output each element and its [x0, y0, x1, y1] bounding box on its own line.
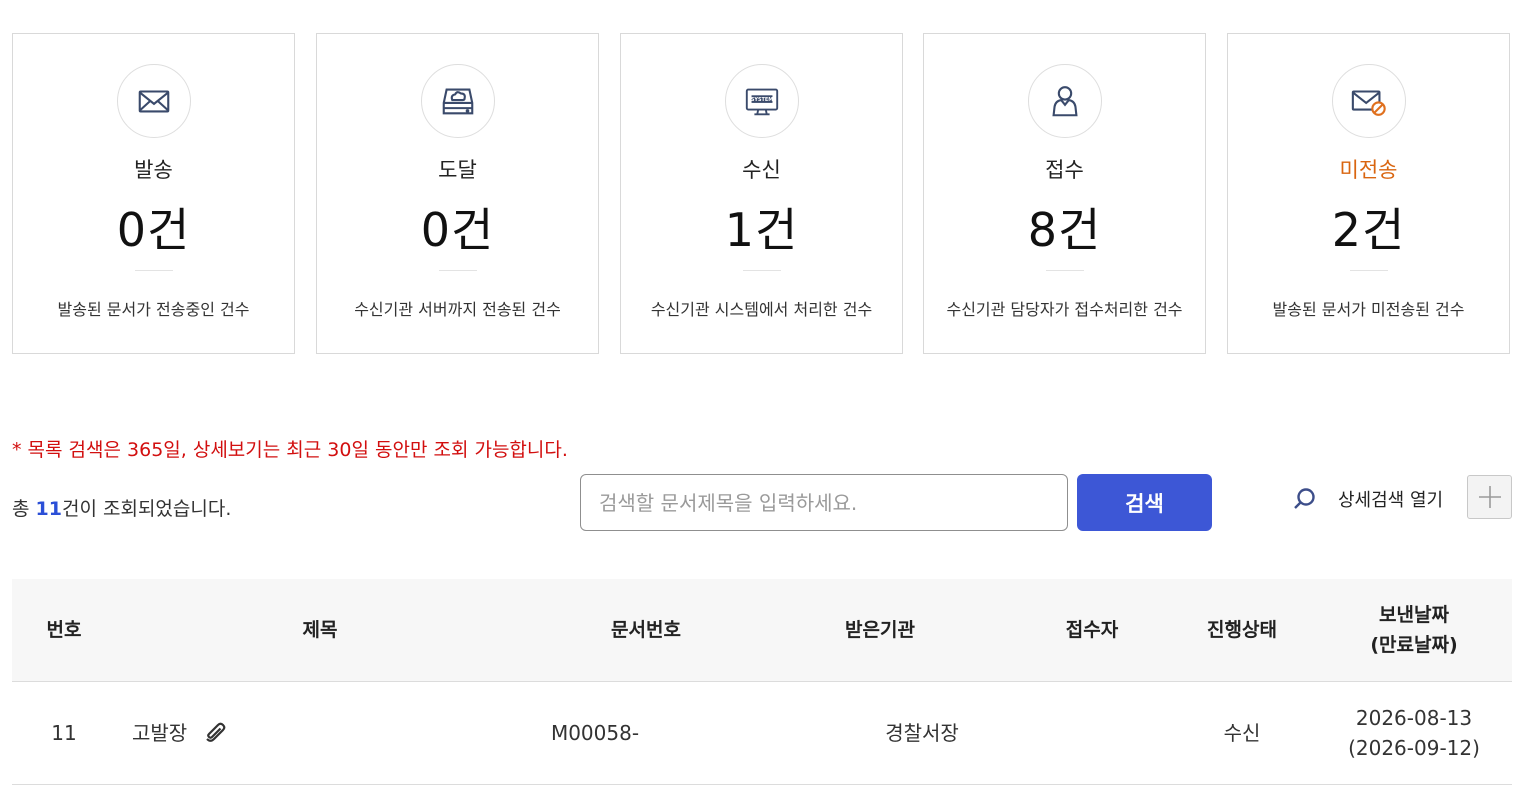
advanced-search-expand-button[interactable] — [1467, 475, 1512, 519]
card-title: 미전송 — [1339, 158, 1398, 182]
cell-receiver — [992, 682, 1192, 784]
card-description: 수신기관 시스템에서 처리한 건수 — [650, 300, 873, 319]
cell-date: 2026-08-13 (2026-09-12) — [1328, 682, 1500, 784]
search-button[interactable]: 검색 — [1077, 474, 1212, 531]
card-description: 수신기관 서버까지 전송된 건수 — [354, 300, 561, 319]
card-count: 2건 — [1331, 203, 1406, 257]
card-sent[interactable]: 발송 0건 발송된 문서가 전송중인 건수 — [12, 33, 295, 354]
column-header-status[interactable]: 진행상태 — [1172, 579, 1312, 681]
envelope-icon — [116, 64, 191, 138]
column-header-receiver[interactable]: 접수자 — [992, 579, 1192, 681]
system-icon-label: SYSTEM — [750, 97, 772, 103]
card-description: 수신기관 담당자가 접수처리한 건수 — [946, 300, 1183, 319]
paperclip-icon[interactable] — [203, 721, 227, 745]
plus-icon — [1478, 486, 1501, 508]
result-count: 총 11건이 조회되었습니다. — [12, 494, 231, 521]
column-header-date-sent: 보낸날짜 — [1379, 604, 1449, 626]
server-cloud-icon — [420, 64, 495, 138]
system-monitor-icon: SYSTEM — [724, 64, 799, 138]
card-count: 1건 — [724, 203, 799, 257]
divider — [134, 270, 173, 271]
card-count: 0건 — [116, 203, 191, 257]
cell-doc-no: M00058- — [550, 721, 640, 745]
card-accepted[interactable]: 접수 8건 수신기관 담당자가 접수처리한 건수 — [923, 33, 1206, 354]
table-header: 번호 제목 문서번호 받은기관 접수자 진행상태 보낸날짜 (만료날짜) — [12, 579, 1512, 682]
status-summary: 발송 0건 발송된 문서가 전송중인 건수 도달 0건 수신기관 서버까지 전송… — [12, 33, 1512, 356]
divider — [742, 270, 781, 271]
card-unsent[interactable]: 미전송 2건 발송된 문서가 미전송된 건수 — [1227, 33, 1510, 354]
search-notice: * 목록 검색은 365일, 상세보기는 최근 30일 동안만 조회 가능합니다… — [12, 439, 568, 461]
envelope-blocked-icon — [1331, 64, 1406, 138]
advanced-search-label: 상세검색 열기 — [1338, 490, 1444, 511]
card-received[interactable]: SYSTEM 수신 1건 수신기관 시스템에서 처리한 건수 — [620, 33, 903, 354]
card-count: 0건 — [420, 203, 495, 257]
column-header-doc-no[interactable]: 문서번호 — [524, 579, 768, 681]
card-description: 발송된 문서가 전송중인 건수 — [57, 300, 250, 319]
card-delivered[interactable]: 도달 0건 수신기관 서버까지 전송된 건수 — [316, 33, 599, 354]
card-title: 발송 — [134, 158, 173, 182]
search-input[interactable] — [580, 474, 1068, 531]
column-header-no[interactable]: 번호 — [12, 579, 116, 681]
cell-status: 수신 — [1223, 721, 1261, 745]
card-title: 접수 — [1045, 158, 1084, 182]
divider — [1045, 270, 1084, 271]
card-title: 도달 — [438, 158, 477, 182]
cell-date-sent: 2026-08-13 — [1355, 706, 1473, 730]
card-description: 발송된 문서가 미전송된 건수 — [1272, 300, 1465, 319]
cell-date-expire: (2026-09-12) — [1348, 736, 1480, 760]
column-header-date[interactable]: 보낸날짜 (만료날짜) — [1328, 579, 1500, 681]
column-header-recipient[interactable]: 받은기관 — [768, 579, 992, 681]
table-row[interactable]: 11 고발장 M00058- 경찰서장 수신 2026-08-13 (2026-… — [12, 682, 1512, 785]
cell-no: 11 — [51, 721, 77, 745]
search-icon — [1294, 488, 1315, 509]
person-icon — [1027, 64, 1102, 138]
result-count-prefix: 총 — [12, 498, 36, 520]
result-count-number: 11 — [35, 498, 62, 520]
divider — [1349, 270, 1388, 271]
document-title-link[interactable]: 고발장 — [132, 718, 187, 748]
advanced-search-toggle[interactable]: 상세검색 열기 — [1292, 486, 1443, 512]
divider — [438, 270, 477, 271]
column-header-title[interactable]: 제목 — [116, 579, 524, 681]
column-header-date-expire: (만료날짜) — [1370, 634, 1458, 656]
cell-title[interactable]: 고발장 — [132, 682, 522, 784]
card-count: 8건 — [1027, 203, 1102, 257]
result-count-suffix: 건이 조회되었습니다. — [61, 498, 232, 520]
card-title: 수신 — [742, 158, 781, 182]
